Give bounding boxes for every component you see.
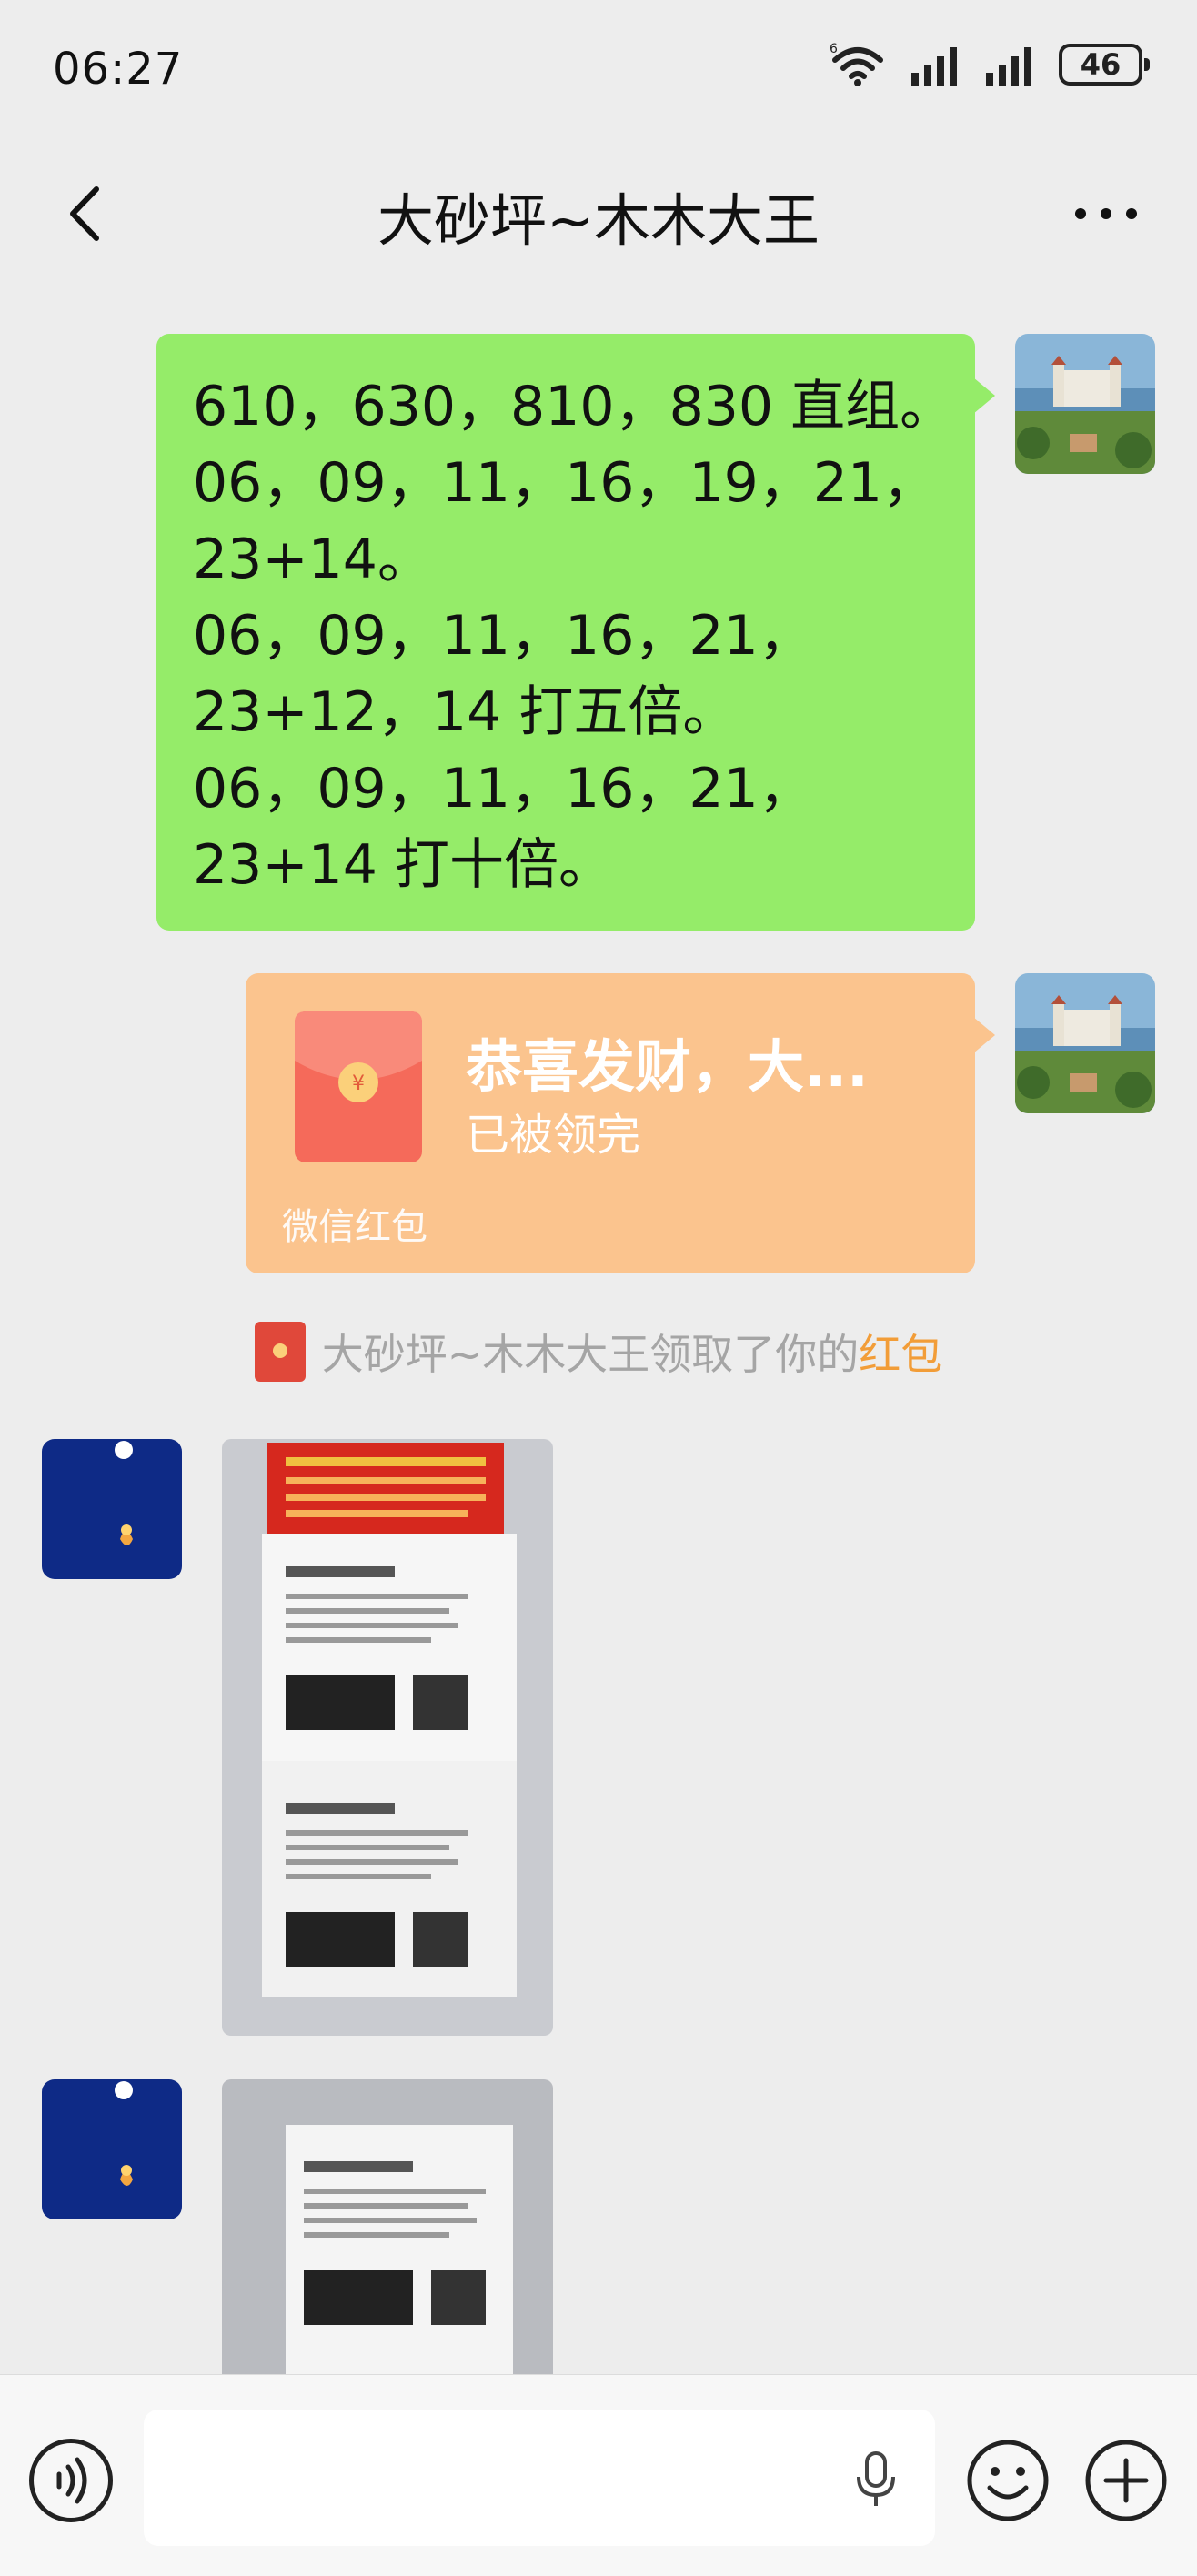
network-label: 6 [830, 42, 838, 56]
status-time: 06:27 [53, 44, 184, 95]
sent-text-message[interactable]: 610，630，810，830 直组。 06，09，11，16，19，21， 2… [156, 334, 995, 931]
chat-messages[interactable]: 610，630，810，830 直组。 06，09，11，16，19，21， 2… [0, 273, 1197, 2374]
red-packet-link[interactable]: 红包 [859, 1322, 942, 1382]
emoji-icon[interactable] [966, 2439, 1050, 2522]
signal-icon-2 [986, 47, 1031, 86]
lottery-ticket-photo[interactable] [222, 2079, 553, 2374]
svg-text:¥: ¥ [352, 1072, 365, 1095]
microphone-icon[interactable] [853, 2451, 899, 2508]
message-line: 06，09，11，16，21， [193, 757, 813, 820]
plus-icon[interactable] [1084, 2439, 1168, 2522]
wifi-icon: 6 [830, 42, 883, 86]
my-avatar[interactable] [1015, 973, 1155, 1113]
status-bar: 06:27 6 46 [0, 0, 1197, 146]
system-notice: 大砂坪~木木大王领取了你的 红包 [0, 1322, 1197, 1382]
message-line: 06，09，11，16，21， [193, 604, 813, 668]
red-packet-footer: 微信红包 [282, 1206, 428, 1248]
input-bar [0, 2374, 1197, 2576]
message-line: 23+14。 [193, 528, 432, 591]
contact-avatar[interactable] [42, 2079, 182, 2219]
message-line: 610，630，810，830 直组。 [193, 375, 955, 438]
my-avatar[interactable] [1015, 334, 1155, 474]
battery-icon: 46 [1059, 44, 1150, 86]
more-dots-icon[interactable] [1070, 191, 1142, 236]
chat-header: 大砂坪~木木大王 [0, 155, 1197, 273]
red-packet-title: 恭喜发财，大... [466, 1033, 869, 1100]
message-line: 23+14 打十倍。 [193, 833, 614, 897]
lottery-ticket-photo[interactable] [222, 1439, 553, 2036]
chat-title: 大砂坪~木木大王 [377, 187, 820, 254]
voice-icon[interactable] [29, 2439, 113, 2522]
red-packet-icon: ¥ [295, 1011, 422, 1162]
red-packet-small-icon [254, 1322, 306, 1382]
signal-icon [911, 47, 957, 86]
message-line: 06，09，11，16，19，21， [193, 451, 938, 515]
message-input[interactable] [144, 2410, 935, 2546]
system-notice-text: 大砂坪~木木大王领取了你的 [321, 1330, 860, 1379]
message-line: 23+12，14 打五倍。 [193, 680, 738, 744]
red-packet-status: 已被领完 [466, 1110, 641, 1161]
status-icons: 6 46 [828, 42, 1150, 87]
contact-avatar[interactable] [42, 1439, 182, 1579]
red-packet-message[interactable]: ¥ 恭喜发财，大... 已被领完 微信红包 [246, 973, 995, 1273]
